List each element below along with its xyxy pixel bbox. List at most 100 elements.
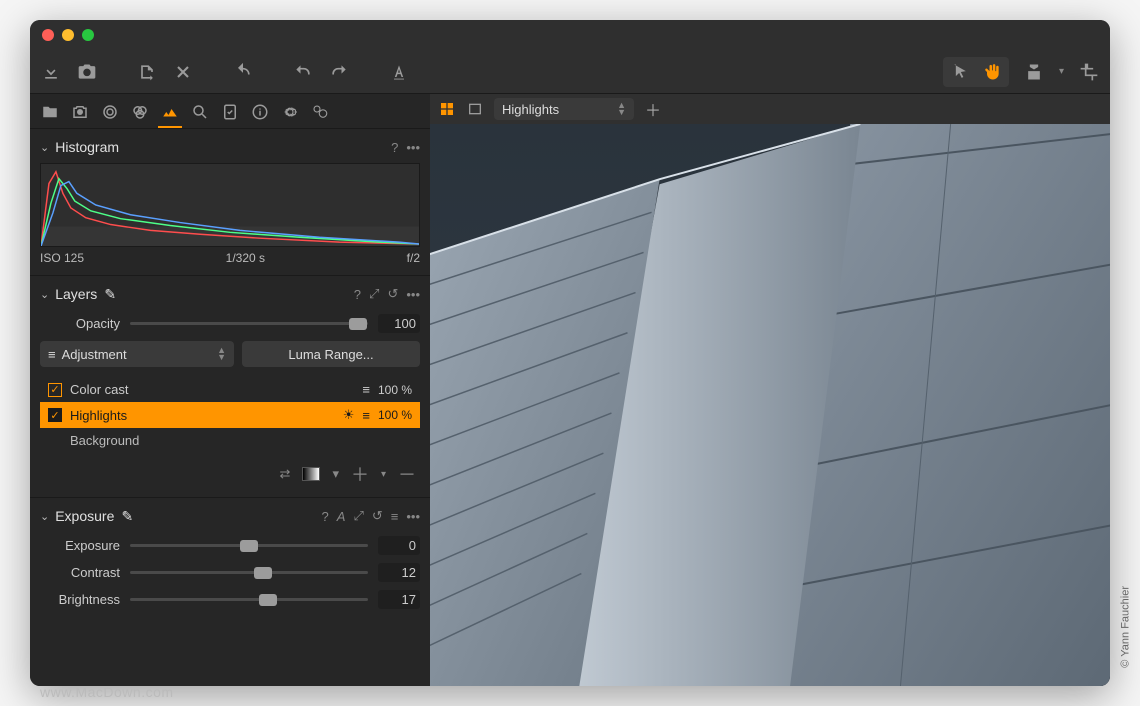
exposure-value[interactable]: 0 bbox=[378, 536, 420, 555]
layer-name: Highlights bbox=[70, 408, 127, 423]
auto-icon[interactable]: A bbox=[337, 509, 346, 524]
close-window-button[interactable] bbox=[42, 29, 54, 41]
help-icon[interactable]: ? bbox=[354, 287, 361, 302]
batch-tab-icon[interactable] bbox=[310, 102, 330, 122]
titlebar bbox=[30, 20, 1110, 50]
luma-range-label: Luma Range... bbox=[288, 347, 373, 362]
remove-layer-button[interactable]: － bbox=[398, 461, 416, 487]
expand-icon[interactable]: ⤢ bbox=[353, 508, 363, 524]
help-icon[interactable]: ? bbox=[391, 140, 398, 155]
tool-tab-strip bbox=[30, 94, 430, 128]
content-area: ⌄ Histogram ? ••• bbox=[30, 94, 1110, 686]
more-icon[interactable]: ••• bbox=[406, 140, 420, 155]
image-viewer: Highlights ▲▼ ＋ bbox=[430, 94, 1110, 686]
zoom-window-button[interactable] bbox=[82, 29, 94, 41]
sun-icon: ☀ bbox=[343, 407, 355, 423]
layers-panel: ⌄ Layers ✎ ? ⤢ ↺ ••• Opacity bbox=[30, 275, 430, 497]
hand-icon[interactable] bbox=[981, 61, 1003, 83]
layer-type-select[interactable]: ≡Adjustment ▲▼ bbox=[40, 341, 234, 367]
help-icon[interactable]: ? bbox=[322, 509, 329, 524]
add-variant-icon[interactable]: ＋ bbox=[644, 100, 662, 118]
layer-opacity: 100 % bbox=[378, 408, 412, 422]
gradient-icon[interactable] bbox=[302, 467, 320, 481]
chevron-down-icon[interactable]: ⌄ bbox=[40, 141, 49, 154]
chevron-down-icon[interactable]: ⌄ bbox=[40, 510, 49, 523]
annotate-icon[interactable] bbox=[388, 61, 410, 83]
brightness-value[interactable]: 17 bbox=[378, 590, 420, 609]
layer-item-background[interactable]: Background bbox=[40, 428, 420, 453]
opacity-slider[interactable] bbox=[130, 316, 368, 332]
layer-item-color-cast[interactable]: ✓ Color cast ≡ 100 % bbox=[40, 377, 420, 402]
chevron-down-icon[interactable]: ⌄ bbox=[40, 288, 49, 301]
histogram-title: Histogram bbox=[55, 139, 119, 155]
brush-icon[interactable]: ✎ bbox=[103, 287, 117, 301]
layers-title: Layers bbox=[55, 286, 97, 302]
export-icon[interactable] bbox=[136, 61, 158, 83]
lens-tab-icon[interactable] bbox=[100, 102, 120, 122]
reset-icon[interactable]: ↺ bbox=[372, 508, 383, 524]
single-view-icon[interactable] bbox=[466, 100, 484, 118]
expand-icon[interactable]: ⤢ bbox=[369, 286, 379, 302]
brightness-slider[interactable] bbox=[130, 592, 368, 608]
histogram-graph bbox=[40, 163, 420, 247]
iso-label: ISO 125 bbox=[40, 251, 84, 265]
window-controls bbox=[42, 29, 94, 41]
cursor-tool-group bbox=[943, 57, 1009, 87]
exposure-slider[interactable] bbox=[130, 538, 368, 554]
more-icon[interactable]: ••• bbox=[406, 509, 420, 524]
viewer-canvas[interactable] bbox=[430, 124, 1110, 686]
library-tab-icon[interactable] bbox=[40, 102, 60, 122]
viewer-toolbar: Highlights ▲▼ ＋ bbox=[430, 94, 1110, 124]
proof-profile-select[interactable]: Highlights ▲▼ bbox=[494, 98, 634, 120]
color-tab-icon[interactable] bbox=[130, 102, 150, 122]
more-icon[interactable]: ••• bbox=[406, 287, 420, 302]
undo-icon[interactable] bbox=[292, 61, 314, 83]
list-icon[interactable]: ≡ bbox=[391, 509, 399, 524]
app-window: ▾ ⌄ bbox=[30, 20, 1110, 686]
redo-icon[interactable] bbox=[328, 61, 350, 83]
copy-mask-icon[interactable]: ⇄ bbox=[280, 466, 291, 482]
sliders-icon: ≡ bbox=[48, 347, 56, 362]
contrast-value[interactable]: 12 bbox=[378, 563, 420, 582]
layer-name: Color cast bbox=[70, 382, 129, 397]
import-icon[interactable] bbox=[40, 61, 62, 83]
pointer-icon[interactable] bbox=[949, 61, 971, 83]
proof-profile-label: Highlights bbox=[502, 102, 559, 117]
watermark: www.MacDown.com bbox=[40, 684, 174, 700]
exposure-label: Exposure bbox=[40, 538, 120, 553]
reset-icon[interactable]: ↺ bbox=[387, 286, 398, 302]
main-toolbar: ▾ bbox=[30, 50, 1110, 94]
settings-tab-icon[interactable] bbox=[280, 102, 300, 122]
cancel-icon[interactable] bbox=[172, 61, 194, 83]
sliders-icon: ≡ bbox=[362, 408, 370, 423]
fill-icon[interactable] bbox=[1023, 61, 1045, 83]
contrast-label: Contrast bbox=[40, 565, 120, 580]
luma-range-button[interactable]: Luma Range... bbox=[242, 341, 420, 367]
opacity-label: Opacity bbox=[40, 316, 120, 331]
exposure-tab-icon[interactable] bbox=[160, 102, 180, 122]
opacity-value[interactable]: 100 bbox=[378, 314, 420, 333]
checkbox-icon[interactable]: ✓ bbox=[48, 383, 62, 397]
metadata-tab-icon[interactable] bbox=[250, 102, 270, 122]
layer-item-highlights[interactable]: ✓ Highlights ☀ ≡ 100 % bbox=[40, 402, 420, 428]
tools-sidebar: ⌄ Histogram ? ••• bbox=[30, 94, 430, 686]
camera-icon[interactable] bbox=[76, 61, 98, 83]
exposure-panel: ⌄ Exposure ✎ ? A ⤢ ↺ ≡ ••• Exposure bbox=[30, 497, 430, 623]
details-tab-icon[interactable] bbox=[190, 102, 210, 122]
aperture-label: f/2 bbox=[407, 251, 420, 265]
grid-view-icon[interactable] bbox=[438, 100, 456, 118]
adjustments-tab-icon[interactable] bbox=[220, 102, 240, 122]
brush-icon[interactable]: ✎ bbox=[120, 509, 134, 523]
crop-icon[interactable] bbox=[1078, 61, 1100, 83]
undo-all-icon[interactable] bbox=[232, 61, 254, 83]
contrast-slider[interactable] bbox=[130, 565, 368, 581]
brightness-label: Brightness bbox=[40, 592, 120, 607]
shutter-label: 1/320 s bbox=[226, 251, 265, 265]
checkbox-icon[interactable]: ✓ bbox=[48, 408, 62, 422]
minimize-window-button[interactable] bbox=[62, 29, 74, 41]
exposure-title: Exposure bbox=[55, 508, 114, 524]
add-layer-button[interactable]: ＋ bbox=[351, 461, 369, 487]
capture-tab-icon[interactable] bbox=[70, 102, 90, 122]
layer-type-label: Adjustment bbox=[62, 347, 127, 362]
layer-list: ✓ Color cast ≡ 100 % ✓ Highlights ☀ ≡ 10… bbox=[40, 377, 420, 453]
